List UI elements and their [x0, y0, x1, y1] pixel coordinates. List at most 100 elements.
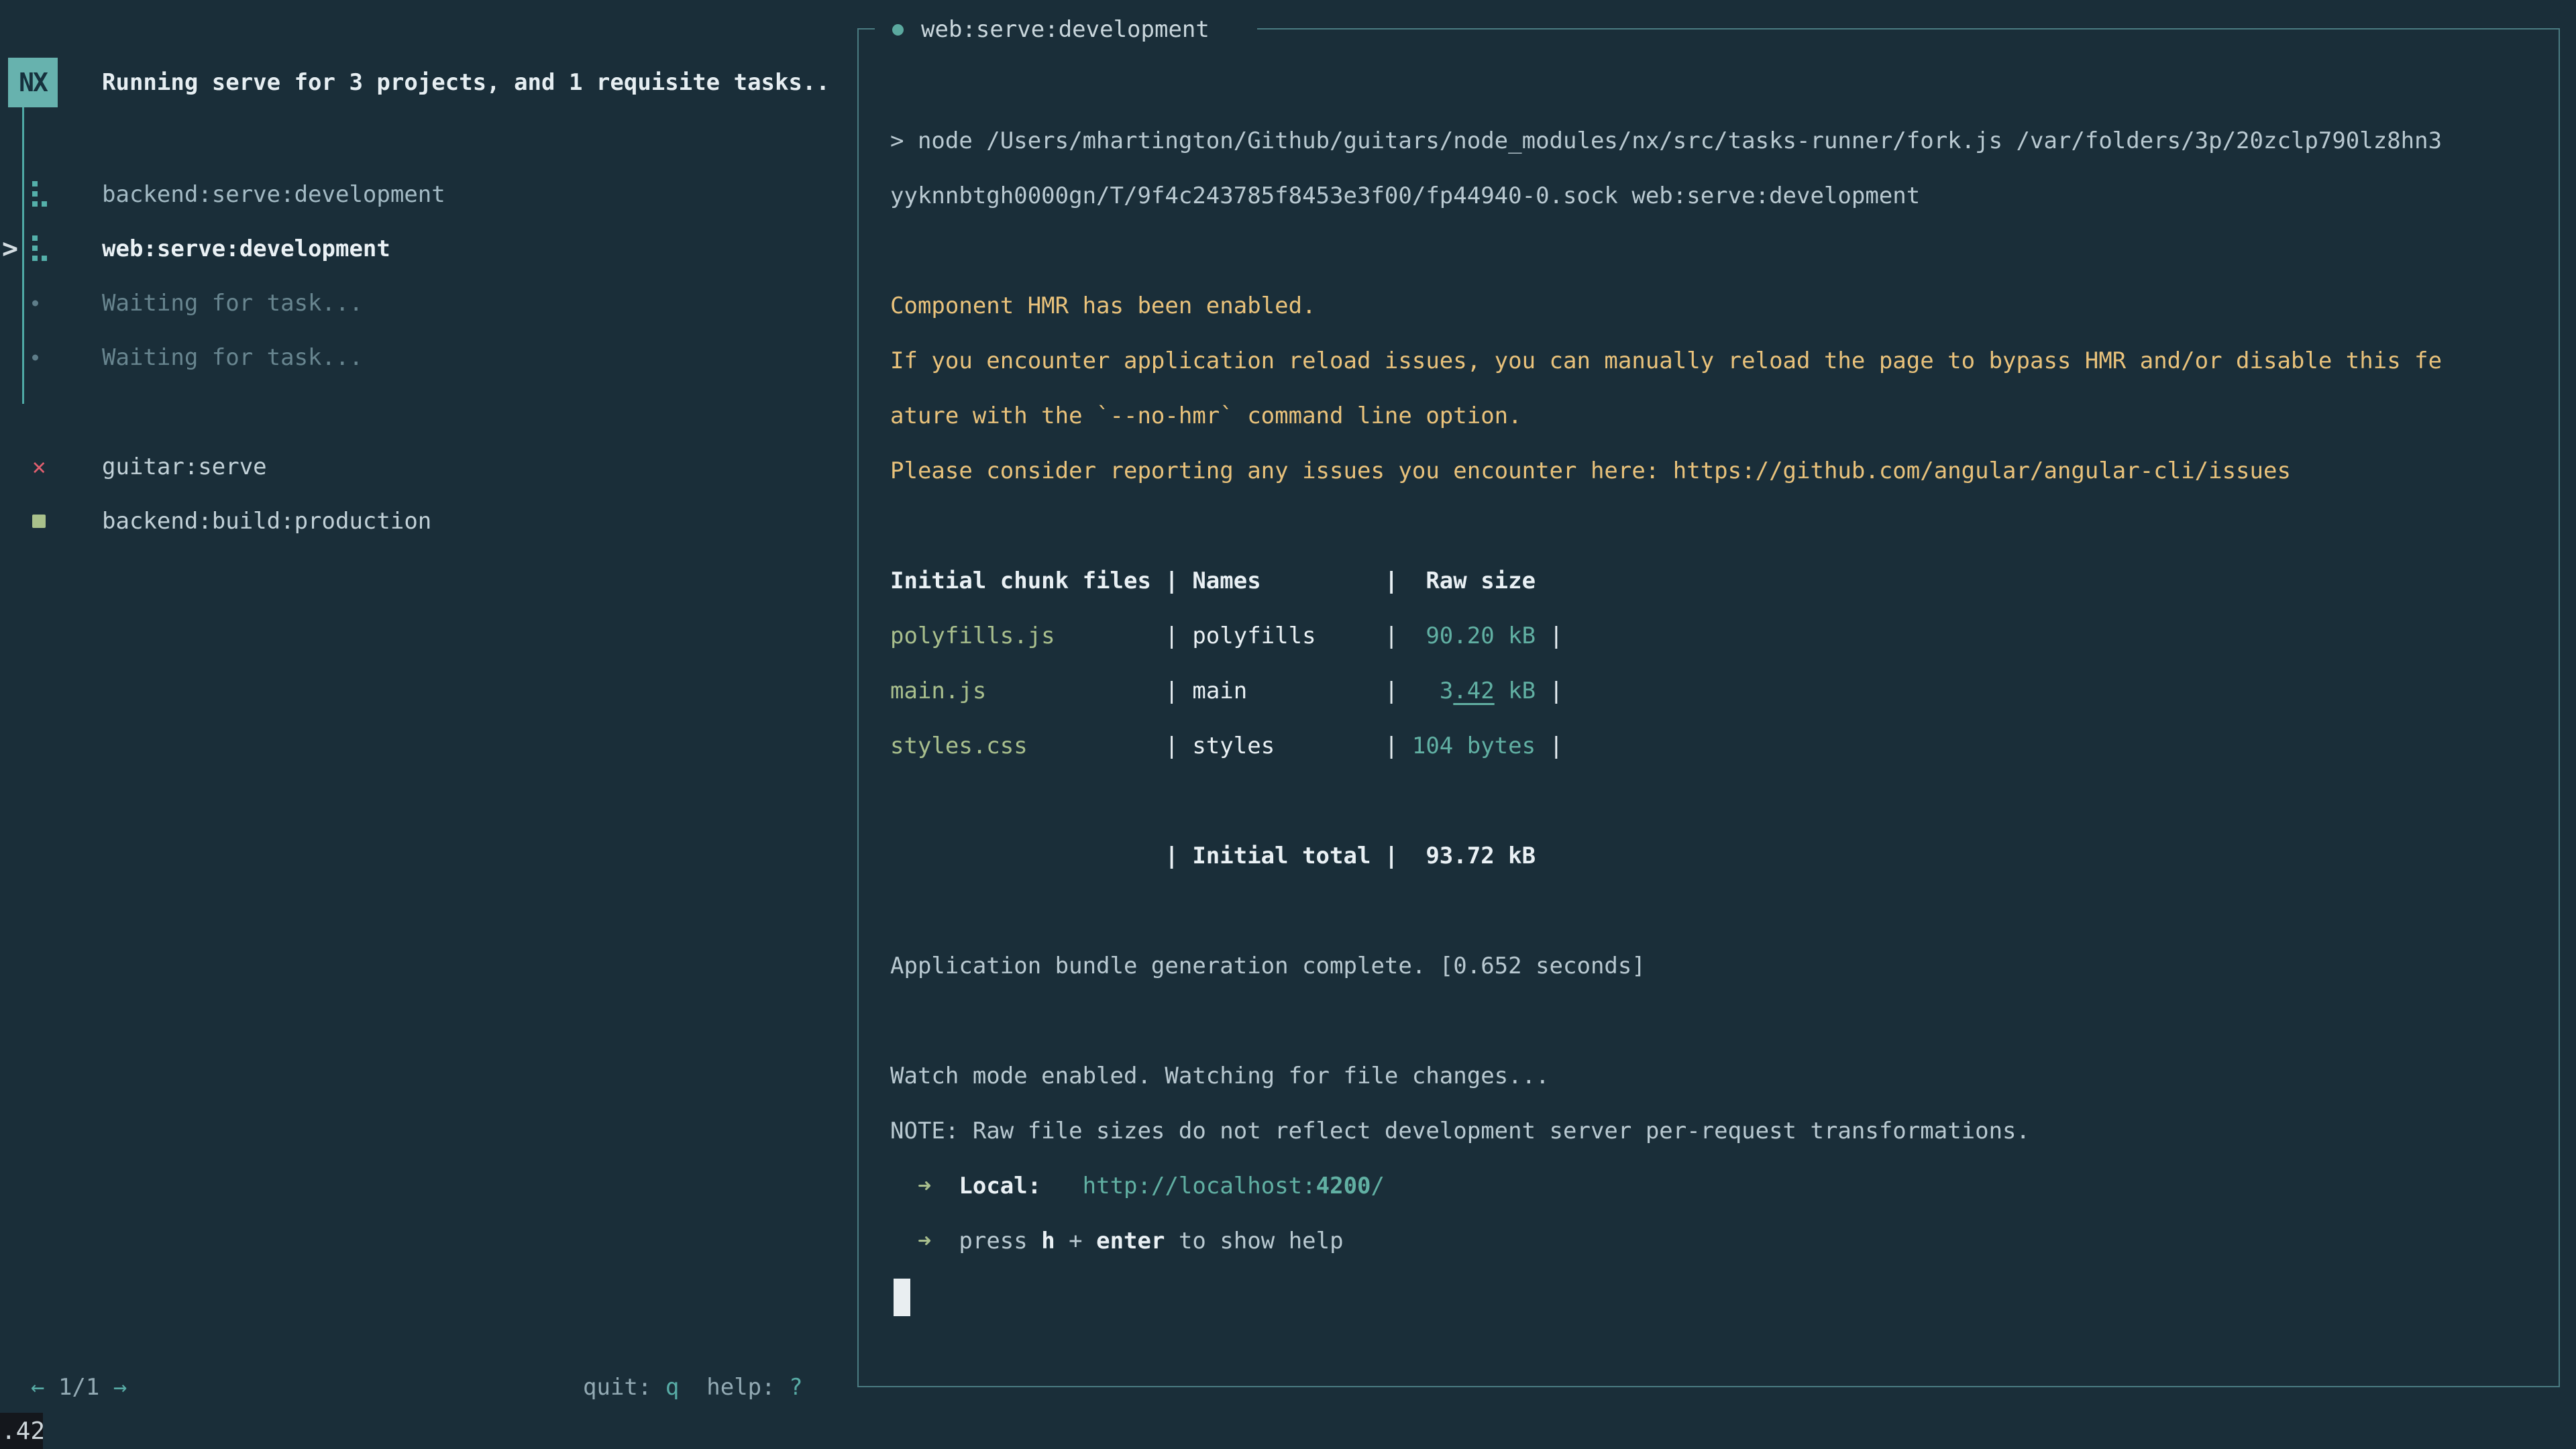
terminal-text: 104 bytes [1412, 733, 1536, 759]
terminal-text: + [1055, 1228, 1096, 1254]
terminal-text: styles.css [890, 733, 1028, 759]
terminal-text: to show help [1165, 1228, 1343, 1254]
waiting-dot-icon [32, 354, 38, 360]
terminal-text: | Initial total | 93.72 kB [890, 843, 1536, 869]
terminal-output: > node /Users/mhartington/Github/guitars… [890, 113, 2545, 1324]
terminal-line: Watch mode enabled. Watching for file ch… [890, 1049, 2545, 1104]
task-row[interactable]: >web:serve:development [0, 221, 845, 276]
terminal-text: If you encounter application reload issu… [890, 347, 2442, 374]
spinner-icon [32, 235, 48, 262]
task-label: guitar:serve [102, 453, 267, 480]
local-url-link[interactable]: / [1371, 1173, 1385, 1199]
task-group-other: ✕ guitar:serve backend:build:production [0, 439, 845, 548]
terminal-line: Component HMR has been enabled. [890, 278, 2545, 333]
terminal-line: Application bundle generation complete. … [890, 938, 2545, 994]
nx-logo: NX [8, 58, 58, 107]
task-label: backend:serve:development [102, 181, 445, 208]
terminal-text [890, 1228, 918, 1254]
task-row[interactable]: ✕ guitar:serve [0, 439, 845, 494]
terminal-line [890, 498, 2545, 553]
panel-title-bar: web:serve:development [875, 13, 1257, 46]
terminal-text: Application bundle generation complete. … [890, 953, 1646, 979]
terminal-line: Please consider reporting any issues you… [890, 443, 2545, 498]
terminal-line: NOTE: Raw file sizes do not reflect deve… [890, 1104, 2545, 1159]
failed-x-icon: ✕ [32, 455, 46, 478]
local-url-link[interactable]: http://localhost: [1083, 1173, 1316, 1199]
terminal-text: | [1536, 733, 1563, 759]
corner-overlay-text: .42 [1, 1417, 45, 1445]
terminal-text: > node /Users/mhartington/Github/guitars… [890, 127, 2442, 154]
terminal-text: main.js [890, 678, 986, 704]
panel-title: web:serve:development [921, 16, 1210, 43]
terminal-line: ➜ Local: http://localhost:4200/ [890, 1159, 2545, 1214]
terminal-line: polyfills.js | polyfills | 90.20 kB | [890, 608, 2545, 663]
terminal-text: | polyfills | [1055, 623, 1426, 649]
terminal-text: .42 [1453, 678, 1494, 704]
task-group-running: backend:serve:development >web:serve:deve… [0, 167, 845, 384]
terminal-cursor [894, 1279, 910, 1316]
footer-shortcuts: quit: q help: ? [583, 1368, 803, 1406]
terminal-line [890, 994, 2545, 1049]
terminal-text: Local: [959, 1173, 1041, 1199]
terminal-text: yyknnbtgh0000gn/T/9f4c243785f8453e3f00/f… [890, 182, 1920, 209]
terminal-text: Component HMR has been enabled. [890, 292, 1316, 319]
terminal-text: polyfills.js [890, 623, 1055, 649]
terminal-text: enter [1096, 1228, 1165, 1254]
terminal-text: ➜ [918, 1228, 931, 1254]
task-output-panel: web:serve:development > node /Users/mhar… [857, 28, 2560, 1387]
terminal-line: ature with the `--no-hmr` command line o… [890, 388, 2545, 443]
terminal-line: If you encounter application reload issu… [890, 333, 2545, 388]
terminal-line: > node /Users/mhartington/Github/guitars… [890, 113, 2545, 168]
terminal-line: Initial chunk files | Names | Raw size [890, 553, 2545, 608]
terminal-text: 3 [1440, 678, 1453, 704]
pager-left-arrow-icon[interactable]: ← [31, 1374, 44, 1401]
terminal-line: | Initial total | 93.72 kB [890, 828, 2545, 883]
pager: ← 1/1 → [31, 1368, 127, 1406]
terminal-text [1041, 1173, 1082, 1199]
terminal-line: styles.css | styles | 104 bytes | [890, 718, 2545, 773]
quit-label: quit: [583, 1374, 665, 1401]
terminal-line [890, 1269, 2545, 1324]
terminal-text: kB [1495, 678, 1536, 704]
nx-terminal-screen: NX Running serve for 3 projects, and 1 r… [0, 0, 2576, 1449]
terminal-text [890, 1173, 918, 1199]
task-label: Waiting for task... [102, 290, 363, 317]
waiting-dot-icon [32, 300, 38, 306]
pager-right-arrow-icon[interactable]: → [113, 1374, 127, 1401]
terminal-text: ature with the `--no-hmr` command line o… [890, 402, 1522, 429]
terminal-line [890, 773, 2545, 828]
sidebar-header: Running serve for 3 projects, and 1 requ… [102, 58, 830, 107]
quit-key[interactable]: q [665, 1374, 679, 1401]
terminal-text: press [931, 1228, 1041, 1254]
terminal-line: yyknnbtgh0000gn/T/9f4c243785f8453e3f00/f… [890, 168, 2545, 223]
help-key[interactable]: ? [789, 1374, 802, 1401]
terminal-text: h [1041, 1228, 1055, 1254]
task-row[interactable]: Waiting for task... [0, 276, 845, 330]
terminal-text: Watch mode enabled. Watching for file ch… [890, 1063, 1550, 1089]
local-url-link[interactable]: 4200 [1316, 1173, 1371, 1199]
terminal-text: | styles | [1028, 733, 1412, 759]
terminal-text: | [1536, 623, 1563, 649]
task-row[interactable]: backend:build:production [0, 494, 845, 548]
status-dot-icon [892, 24, 904, 36]
terminal-text: 90.20 kB [1426, 623, 1536, 649]
task-row[interactable]: Waiting for task... [0, 330, 845, 384]
help-label: help: [679, 1374, 789, 1401]
spinner-icon [32, 181, 48, 208]
terminal-text: NOTE: Raw file sizes do not reflect deve… [890, 1118, 2030, 1144]
terminal-text: | main | [986, 678, 1440, 704]
terminal-text: Initial chunk files | Names | Raw size [890, 568, 1536, 594]
task-label: web:serve:development [102, 235, 390, 262]
corner-overlay-badge: .42 [0, 1413, 43, 1449]
task-row[interactable]: backend:serve:development [0, 167, 845, 221]
terminal-text: Please consider reporting any issues you… [890, 458, 2291, 484]
terminal-text: | [1536, 678, 1563, 704]
terminal-line: main.js | main | 3.42 kB | [890, 663, 2545, 718]
terminal-line: ➜ press h + enter to show help [890, 1214, 2545, 1269]
pager-position: 1/1 [44, 1374, 113, 1401]
terminal-line [890, 223, 2545, 278]
task-label: Waiting for task... [102, 344, 363, 371]
task-label: backend:build:production [102, 508, 431, 535]
terminal-text: ➜ [918, 1173, 931, 1199]
terminal-text [931, 1173, 959, 1199]
